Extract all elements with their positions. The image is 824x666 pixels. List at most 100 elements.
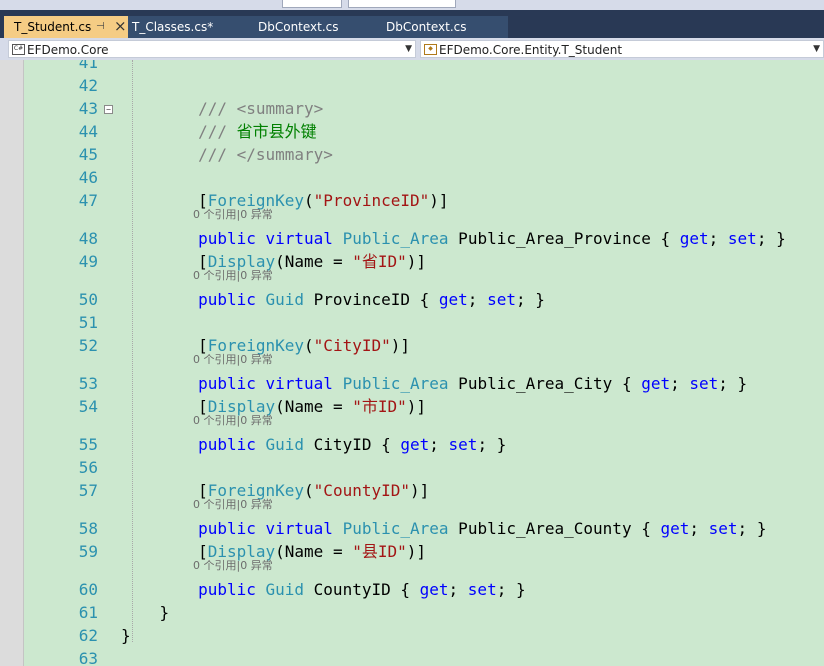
line-number: 54	[78, 397, 98, 416]
line-number: 55	[78, 435, 98, 454]
code-line[interactable]: 50 public Guid ProvinceID { get; set; }	[24, 289, 824, 311]
code-line[interactable]: 57 [ForeignKey("CountyID")]	[24, 480, 824, 502]
code-line[interactable]: 53 public virtual Public_Area Public_Are…	[24, 373, 824, 395]
code-line[interactable]: 62}	[24, 625, 824, 647]
code-line[interactable]: 45 /// </summary>	[24, 144, 824, 166]
line-number: 58	[78, 519, 98, 538]
project-dropdown[interactable]: C# EFDemo.Core ▼	[8, 40, 416, 58]
code-token: CountyID {	[304, 580, 420, 599]
code-line[interactable]: 41	[24, 60, 824, 74]
code-line[interactable]: 44 /// 省市县外键	[24, 121, 824, 143]
code-line[interactable]: 46	[24, 167, 824, 189]
line-number: 50	[78, 290, 98, 309]
type-name: EFDemo.Core.Entity.T_Student	[439, 43, 623, 57]
code-text: /// <summary>	[121, 98, 323, 120]
code-token: ; }	[477, 435, 507, 454]
code-line[interactable]: 54 [Display(Name = "市ID")]	[24, 396, 824, 418]
code-line[interactable]: 47 [ForeignKey("ProvinceID")]	[24, 190, 824, 212]
code-token: set	[727, 229, 757, 248]
code-text: [Display(Name = "县ID")]	[121, 541, 426, 563]
codelens-references[interactable]: 0 个引用|0 异常	[193, 270, 273, 282]
code-line[interactable]: 61 }	[24, 602, 824, 624]
code-token: "ProvinceID"	[313, 191, 430, 210]
code-line[interactable]: 48 public virtual Public_Area Public_Are…	[24, 228, 824, 250]
line-number: 63	[78, 649, 98, 666]
code-token: Guid	[265, 580, 305, 599]
code-token: virtual	[265, 229, 333, 248]
code-line[interactable]: 56	[24, 457, 824, 479]
code-text: public virtual Public_Area Public_Area_C…	[121, 518, 766, 540]
code-line[interactable]: 51	[24, 312, 824, 334]
top-toolbar	[0, 0, 824, 10]
code-token: Guid	[265, 290, 305, 309]
code-token: )]	[410, 481, 430, 500]
line-number: 43	[78, 99, 98, 118]
code-token: public	[198, 435, 256, 454]
code-token: get	[679, 229, 709, 248]
code-token: }	[121, 603, 170, 622]
pin-icon[interactable]: ⊣	[96, 16, 105, 38]
tab-t-classes[interactable]: T_Classes.cs*	[128, 16, 248, 38]
code-token: ;	[467, 290, 488, 309]
document-tab-bar: T_Student.cs ⊣ × T_Classes.cs* DbContext…	[0, 10, 824, 38]
code-text: }	[121, 625, 131, 647]
chevron-down-icon: ▼	[813, 44, 820, 54]
close-icon[interactable]: ×	[114, 15, 127, 37]
tab-label: T_Classes.cs*	[132, 20, 214, 34]
code-line[interactable]: 60 public Guid CountyID { get; set; }	[24, 579, 824, 601]
code-token: ; }	[515, 290, 545, 309]
toolbar-combo-left[interactable]	[282, 0, 342, 8]
code-line[interactable]: 42	[24, 75, 824, 97]
tab-t-student[interactable]: T_Student.cs ⊣ ×	[4, 16, 128, 38]
type-dropdown[interactable]: ◆ EFDemo.Core.Entity.T_Student ▼	[420, 40, 824, 58]
code-token: virtual	[265, 519, 333, 538]
code-token: public	[198, 374, 256, 393]
code-line[interactable]: 58 public virtual Public_Area Public_Are…	[24, 518, 824, 540]
code-token: public	[198, 229, 256, 248]
code-text: [ForeignKey("CountyID")]	[121, 480, 429, 502]
code-token: set	[467, 580, 497, 599]
code-text: }	[121, 602, 170, 624]
code-line[interactable]: 59 [Display(Name = "县ID")]	[24, 541, 824, 563]
line-number: 57	[78, 481, 98, 500]
collapse-icon[interactable]: −	[104, 105, 113, 114]
tab-label: DbContext.cs	[258, 20, 339, 34]
toolbar-combo-right[interactable]	[348, 0, 456, 8]
code-token: <summary>	[236, 99, 324, 118]
line-number: 59	[78, 542, 98, 561]
code-token: ///	[198, 122, 237, 141]
line-number: 60	[78, 580, 98, 599]
code-token: (	[304, 191, 314, 210]
class-icon: ◆	[424, 44, 437, 55]
code-line[interactable]: 43− /// <summary>	[24, 98, 824, 120]
code-token: set	[689, 374, 719, 393]
code-line[interactable]: 63	[24, 648, 824, 666]
code-token: ; }	[737, 519, 767, 538]
codelens-references[interactable]: 0 个引用|0 异常	[193, 560, 273, 572]
code-token: "市ID"	[352, 397, 407, 416]
codelens-references[interactable]: 0 个引用|0 异常	[193, 209, 273, 221]
code-line[interactable]: 52 [ForeignKey("CityID")]	[24, 335, 824, 357]
tab-dbcontext-1[interactable]: DbContext.cs	[248, 16, 376, 38]
code-line[interactable]: 55 public Guid CityID { get; set; }	[24, 434, 824, 456]
chevron-down-icon: ▼	[405, 44, 412, 54]
code-token: ; }	[756, 229, 786, 248]
tab-dbcontext-2[interactable]: DbContext.cs	[376, 16, 508, 38]
line-number: 45	[78, 145, 98, 164]
code-editor[interactable]: 41 42 43− /// <summary> 44 /// 省市县外键 45 /// …	[24, 60, 824, 666]
code-token: )]	[406, 397, 427, 416]
codelens-references[interactable]: 0 个引用|0 异常	[193, 354, 273, 366]
code-token: (Name =	[275, 397, 353, 416]
code-token: ;	[670, 374, 690, 393]
code-line[interactable]: 49 [Display(Name = "省ID")]	[24, 251, 824, 273]
codelens-references[interactable]: 0 个引用|0 异常	[193, 499, 273, 511]
code-token: get	[419, 580, 449, 599]
line-number: 47	[78, 191, 98, 210]
codelens-references[interactable]: 0 个引用|0 异常	[193, 415, 273, 427]
